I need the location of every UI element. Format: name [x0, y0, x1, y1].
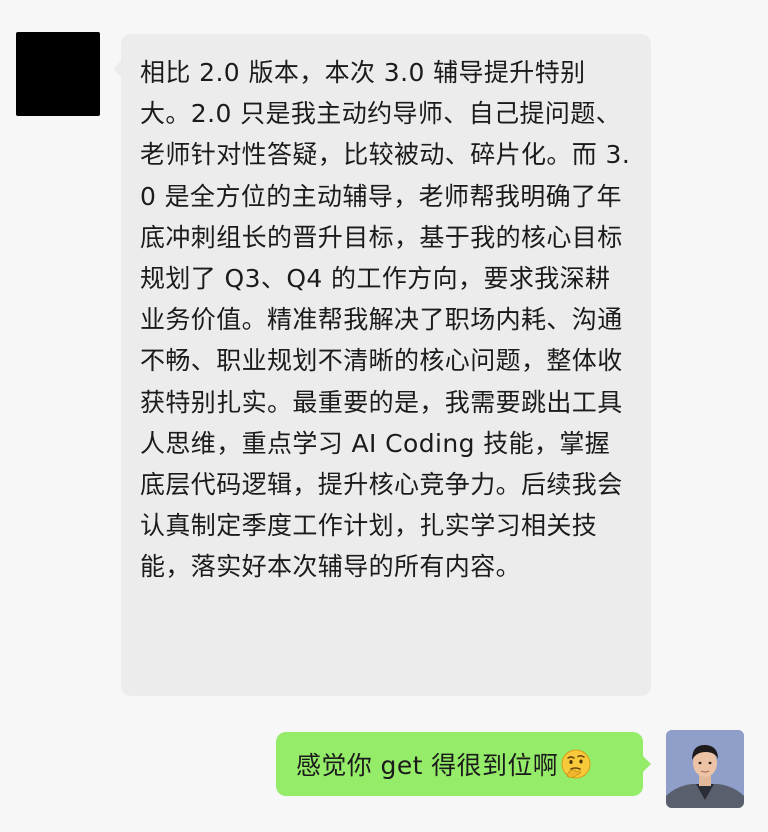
chat-area: 相比 2.0 版本，本次 3.0 辅导提升特别大。2.0 只是我主动约导师、自己… [0, 0, 768, 832]
incoming-message-text: 相比 2.0 版本，本次 3.0 辅导提升特别大。2.0 只是我主动约导师、自己… [140, 58, 631, 582]
thinking-emoji-icon [560, 748, 592, 780]
user-avatar[interactable] [666, 730, 744, 808]
outgoing-message-text: 感觉你 get 得很到位啊 [296, 751, 559, 780]
incoming-message-bubble[interactable]: 相比 2.0 版本，本次 3.0 辅导提升特别大。2.0 只是我主动约导师、自己… [113, 34, 651, 696]
sender-avatar[interactable] [16, 32, 100, 116]
outgoing-message-bubble[interactable]: 感觉你 get 得很到位啊 [276, 732, 651, 796]
